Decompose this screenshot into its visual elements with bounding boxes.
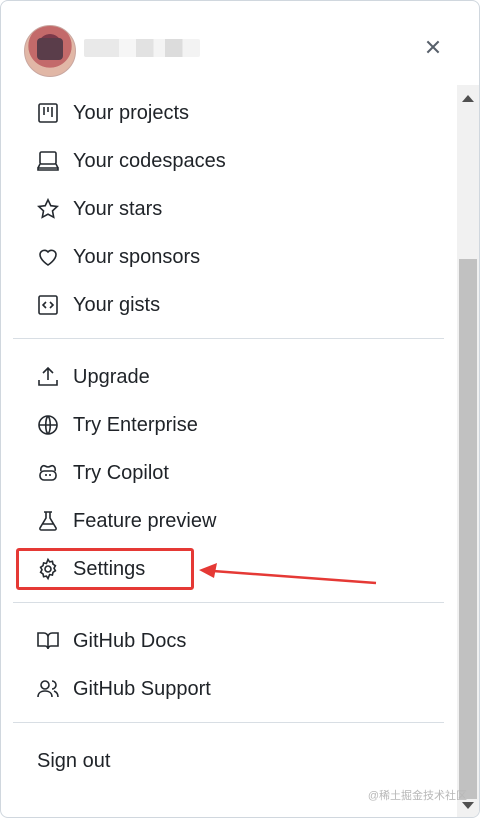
menu-item-label: Your gists xyxy=(73,293,161,316)
beaker-icon xyxy=(36,509,60,533)
book-icon xyxy=(36,629,60,653)
code-square-icon xyxy=(36,293,60,317)
menu-item-your-sponsors[interactable]: Your sponsors xyxy=(16,237,442,277)
menu-item-your-codespaces[interactable]: Your codespaces xyxy=(16,141,442,181)
menu-item-label: Sign out xyxy=(37,749,111,772)
menu-item-github-docs[interactable]: GitHub Docs xyxy=(16,621,442,661)
scroll-up-arrow-icon[interactable] xyxy=(462,95,474,102)
settings-highlight-annotation xyxy=(16,548,194,590)
menu-divider xyxy=(13,338,444,339)
menu-item-your-gists[interactable]: Your gists xyxy=(16,285,442,325)
menu-item-label: Your codespaces xyxy=(73,149,226,172)
menu-item-github-support[interactable]: GitHub Support xyxy=(16,669,442,709)
menu-divider xyxy=(13,722,444,723)
copilot-icon xyxy=(36,461,60,485)
menu-item-label: Your stars xyxy=(73,197,163,220)
heart-icon xyxy=(36,245,60,269)
menu-item-label: Try Enterprise xyxy=(73,413,198,436)
annotation-arrow xyxy=(199,563,377,585)
menu-item-label: Feature preview xyxy=(73,509,217,532)
user-avatar[interactable] xyxy=(24,25,76,77)
menu-item-try-copilot[interactable]: Try Copilot xyxy=(16,453,442,493)
menu-item-label: Your projects xyxy=(73,101,189,124)
star-icon xyxy=(36,197,60,221)
scrollbar[interactable] xyxy=(457,85,479,817)
menu-header xyxy=(1,1,479,91)
scrollbar-thumb[interactable] xyxy=(459,259,477,799)
menu-item-your-projects[interactable]: Your projects xyxy=(16,93,442,133)
people-icon xyxy=(36,677,60,701)
menu-item-try-enterprise[interactable]: Try Enterprise xyxy=(16,405,442,445)
menu-item-upgrade[interactable]: Upgrade xyxy=(16,357,442,397)
watermark: @稀土掘金技术社区 xyxy=(367,790,467,802)
project-icon xyxy=(36,101,60,125)
close-button[interactable] xyxy=(419,35,447,63)
menu-item-label: Upgrade xyxy=(73,365,150,388)
username-redacted xyxy=(84,39,200,57)
close-icon xyxy=(424,38,442,61)
upload-icon xyxy=(36,365,60,389)
menu-item-feature-preview[interactable]: Feature preview xyxy=(16,501,442,541)
menu-item-label: GitHub Docs xyxy=(73,629,187,652)
codespaces-icon xyxy=(36,149,60,173)
globe-icon xyxy=(36,413,60,437)
menu-item-sign-out[interactable]: Sign out xyxy=(16,741,442,781)
menu-item-label: Your sponsors xyxy=(73,245,201,268)
menu-list: Your projects Your codespaces Your stars… xyxy=(1,91,456,817)
menu-item-your-stars[interactable]: Your stars xyxy=(16,189,442,229)
menu-item-label: Try Copilot xyxy=(73,461,169,484)
user-menu-panel: Your projects Your codespaces Your stars… xyxy=(0,0,480,818)
menu-item-label: GitHub Support xyxy=(73,677,211,700)
menu-divider xyxy=(13,602,444,603)
scroll-down-arrow-icon[interactable] xyxy=(462,802,474,809)
